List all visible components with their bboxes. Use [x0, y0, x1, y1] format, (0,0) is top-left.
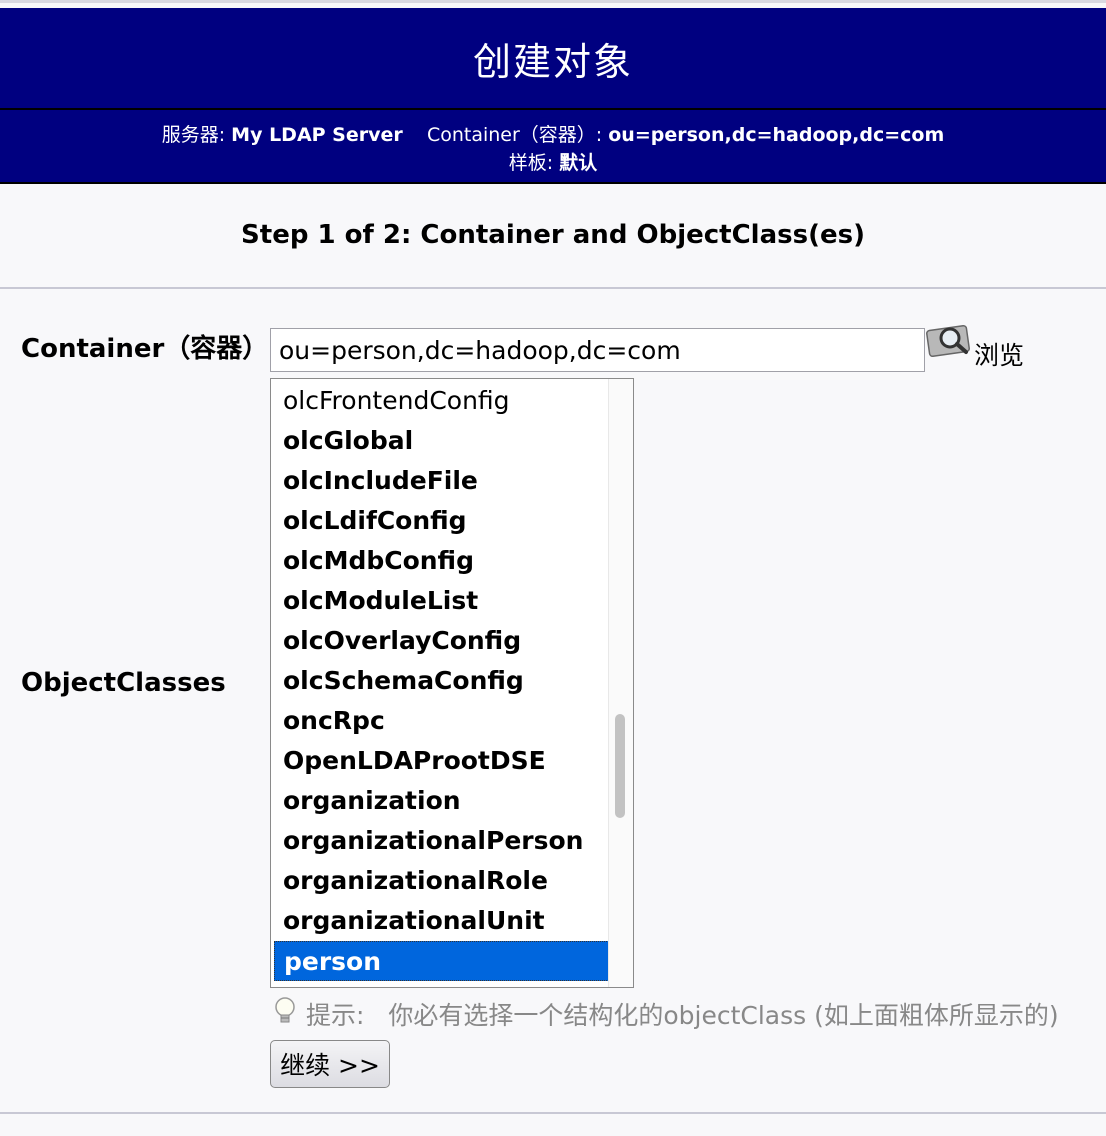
step-title: Step 1 of 2: Container and ObjectClass(e… [241, 220, 865, 250]
objectclass-option[interactable]: olcGlobal [271, 421, 611, 461]
hint-label: 提示: [305, 1001, 365, 1030]
objectclass-option[interactable]: olcIncludeFile [271, 461, 611, 501]
browse-link[interactable]: 浏览 [974, 336, 1024, 372]
hint-text: 你必有选择一个结构化的objectClass (如上面粗体所显示的) [388, 1001, 1059, 1030]
magnifier-icon[interactable] [926, 320, 972, 360]
container-info-label: Container（容器）: [426, 124, 603, 146]
objectclass-option-selected[interactable]: person [274, 941, 611, 981]
scroll-thumb[interactable] [615, 714, 625, 818]
objectclass-option[interactable]: OpenLDAProotDSE [271, 741, 611, 781]
top-border [0, 0, 1106, 3]
container-info-value: ou=person,dc=hadoop,dc=com [608, 124, 945, 146]
objectclass-option[interactable]: oncRpc [271, 701, 611, 741]
objectclass-option[interactable]: olcModuleList [271, 581, 611, 621]
continue-button[interactable]: 继续 >> [270, 1040, 390, 1088]
objectclass-option[interactable]: organizationalPerson [271, 821, 611, 861]
objectclass-option[interactable]: olcLdifConfig [271, 501, 611, 541]
objectclass-option[interactable]: olcFrontendConfig [271, 381, 611, 421]
objectclass-options: olcFrontendConfig olcGlobal olcIncludeFile… [271, 381, 611, 981]
objectclass-option[interactable]: olcSchemaConfig [271, 661, 611, 701]
server-name: My LDAP Server [231, 124, 403, 146]
container-label: Container（容器） [21, 334, 269, 364]
objectclass-option[interactable]: organization [271, 781, 611, 821]
divider [0, 287, 1106, 289]
template-label: 样板: [508, 152, 554, 174]
divider [0, 1112, 1106, 1114]
scrollbar[interactable] [608, 379, 633, 987]
page-title: 创建对象 [0, 8, 1106, 108]
container-input[interactable] [270, 328, 925, 372]
objectclass-option[interactable]: olcMdbConfig [271, 541, 611, 581]
server-info-line: 服务器: My LDAP Server Container（容器）: ou=pe… [0, 120, 1106, 147]
objectclass-option[interactable]: organizationalUnit [271, 901, 611, 941]
objectclasses-label: ObjectClasses [21, 668, 226, 698]
info-bar: 服务器: My LDAP Server Container（容器）: ou=pe… [0, 110, 1106, 182]
template-info-line: 样板: 默认 [0, 148, 1106, 175]
template-value: 默认 [559, 152, 598, 174]
divider [0, 182, 1106, 184]
hint: 提示: 你必有选择一个结构化的objectClass (如上面粗体所显示的) [272, 996, 1059, 1032]
lightbulb-icon [275, 997, 295, 1023]
server-label: 服务器: [161, 124, 226, 146]
objectclass-select[interactable]: olcFrontendConfig olcGlobal olcIncludeFile… [270, 378, 634, 988]
objectclass-option[interactable]: olcOverlayConfig [271, 621, 611, 661]
objectclass-option[interactable]: organizationalRole [271, 861, 611, 901]
